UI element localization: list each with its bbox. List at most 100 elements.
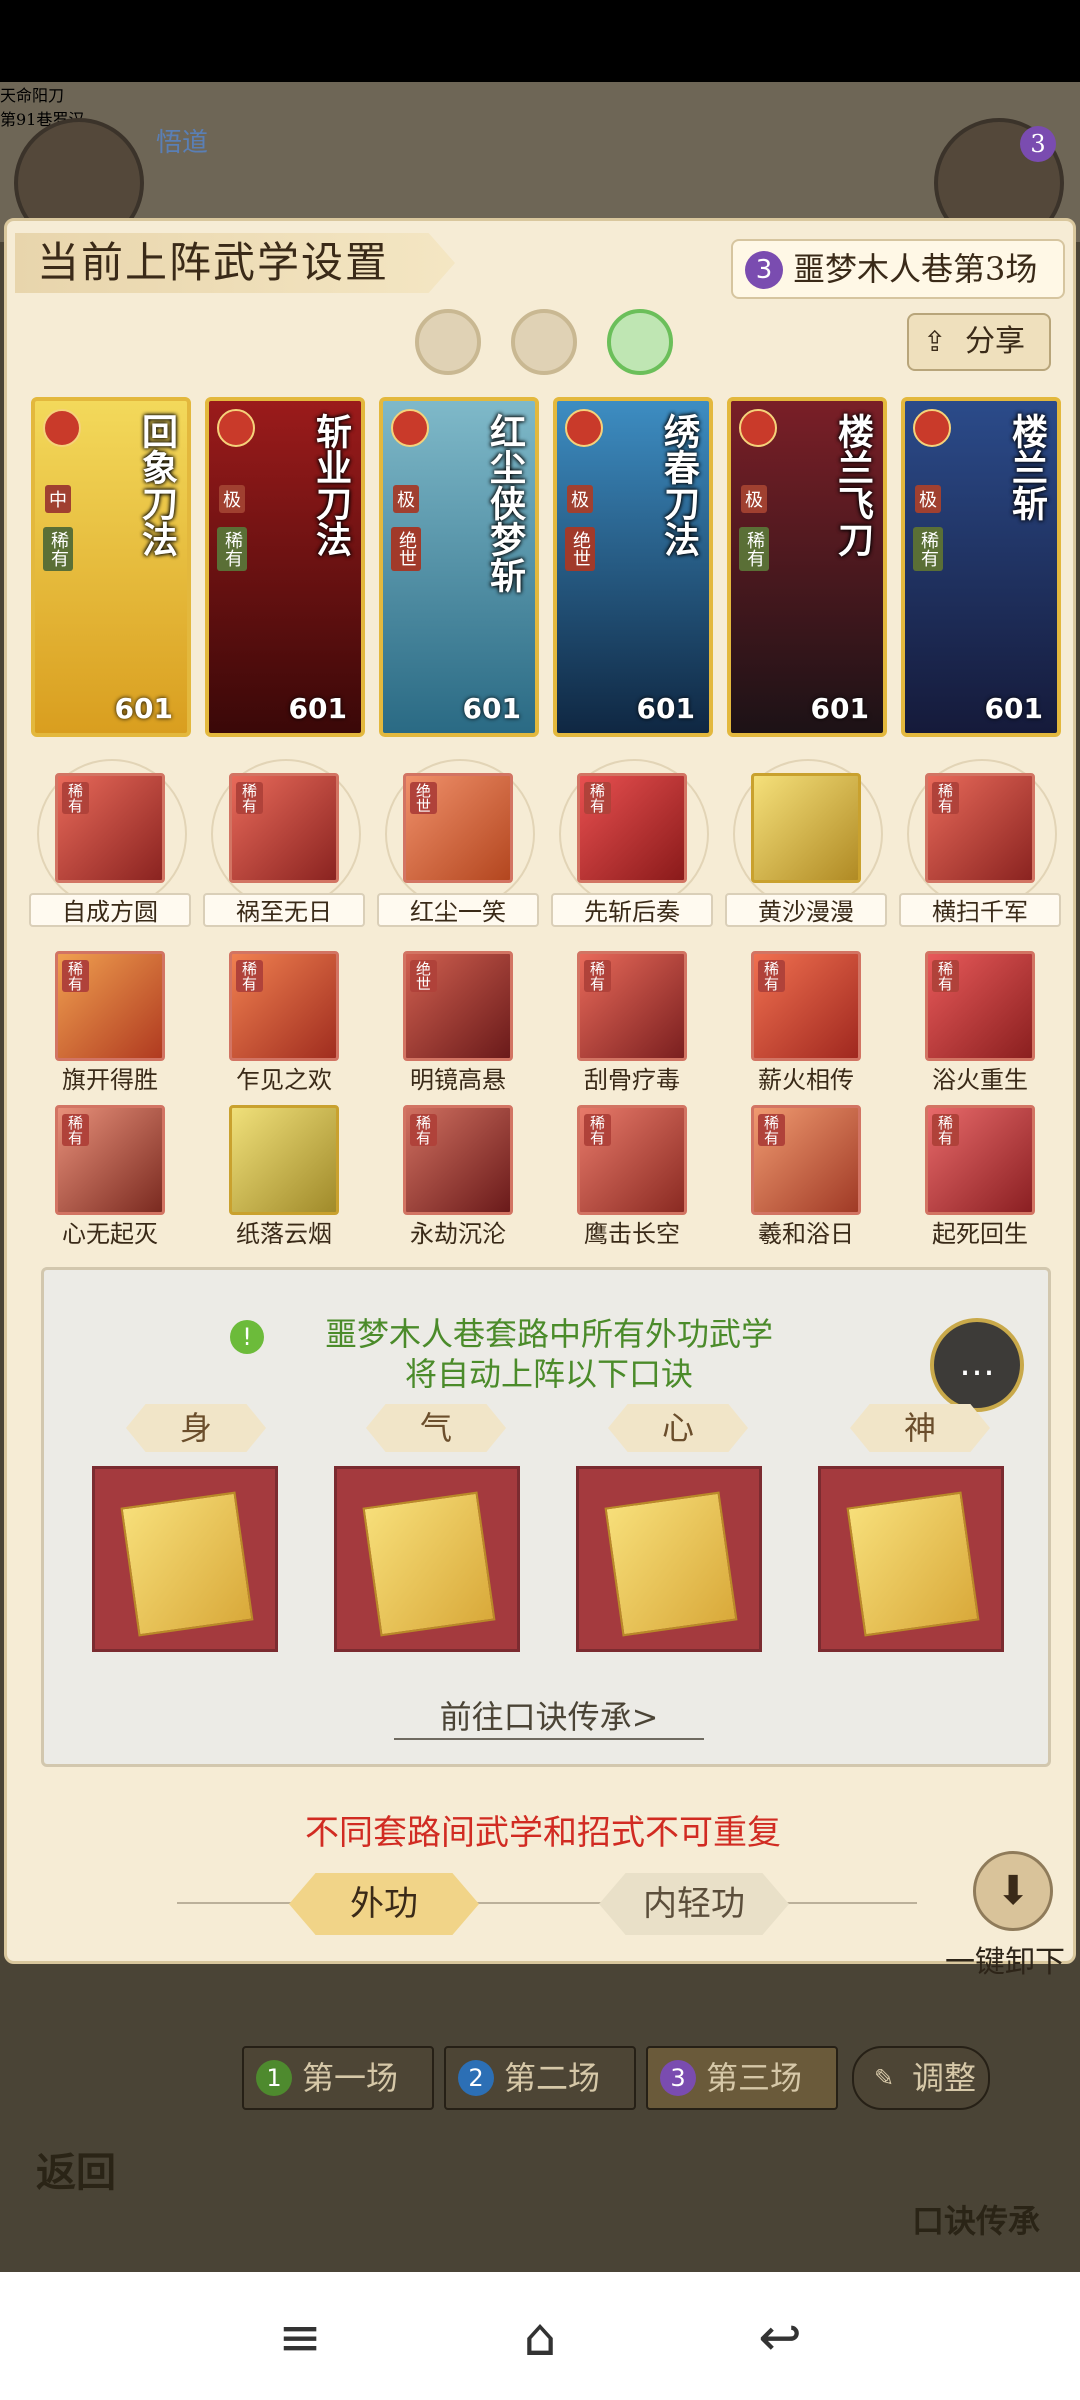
info-line-1: 噩梦木人巷套路中所有外功武学: [324, 1315, 773, 1353]
slot-tag-heart: 心: [608, 1404, 748, 1452]
secret-scroll-icon: [604, 1491, 738, 1637]
skill-icon-row2-3[interactable]: 绝世: [403, 951, 513, 1061]
slot-tag-qi: 气: [366, 1404, 506, 1452]
adjust-button[interactable]: ✎ 调整: [852, 2046, 990, 2110]
back-icon[interactable]: ↩: [740, 2298, 820, 2378]
share-button[interactable]: ⇪ 分享: [907, 313, 1051, 371]
card-rarity: 稀有: [739, 527, 769, 571]
mode-selector: [415, 309, 675, 379]
skill-label: 自成方圆: [29, 893, 191, 927]
info-message: 噩梦木人巷套路中所有外功武学 将自动上阵以下口诀: [44, 1314, 1054, 1394]
card-grade: 中: [45, 485, 71, 513]
match-2-button[interactable]: 2 第二场: [444, 2046, 636, 2110]
skill-icon-row2-5[interactable]: 稀有: [751, 951, 861, 1061]
skill-icon-row3-6[interactable]: 稀有: [925, 1105, 1035, 1215]
skill-icon-row1-5[interactable]: [751, 773, 861, 883]
mode-moon-button[interactable]: [415, 309, 481, 375]
card-rarity: 稀有: [217, 527, 247, 571]
page-title: 当前上阵武学设置: [15, 233, 455, 293]
skill-rarity-tag: 稀有: [584, 782, 611, 814]
skill-icon-row3-1[interactable]: 稀有: [55, 1105, 165, 1215]
chat-bubble-icon[interactable]: …: [930, 1318, 1024, 1412]
secret-scroll-icon: [120, 1491, 254, 1637]
martial-card-2[interactable]: 斩业刀法 极 稀有 601: [205, 397, 365, 737]
skill-rarity-tag: 绝世: [410, 782, 437, 814]
adjust-label: 调整: [912, 2059, 977, 2097]
tab-waigong[interactable]: 外功: [289, 1873, 479, 1935]
skill-label: 先斩后奏: [551, 893, 713, 927]
share-icon: ⇪: [923, 325, 947, 358]
secret-card-heart[interactable]: [576, 1466, 762, 1652]
skill-label: 刮骨疗毒: [584, 1066, 680, 1094]
skill-rarity-tag: 绝世: [410, 960, 437, 992]
inherit-button[interactable]: 口诀传承: [912, 2196, 1040, 2242]
match-label: 第一场: [302, 2059, 399, 2097]
skill-icon-row1-2[interactable]: 稀有: [229, 773, 339, 883]
unload-all-button[interactable]: ⬇: [973, 1851, 1053, 1931]
skill-icon-row3-4[interactable]: 稀有: [577, 1105, 687, 1215]
card-power: 601: [984, 692, 1043, 725]
martial-card-1[interactable]: 回象刀法 中 稀有 601: [31, 397, 191, 737]
skill-rarity-tag: 稀有: [236, 782, 263, 814]
skill-icon-row3-5[interactable]: 稀有: [751, 1105, 861, 1215]
card-grade: 极: [219, 485, 245, 513]
skill-icon-row2-1[interactable]: 稀有: [55, 951, 165, 1061]
skill-label: 乍见之欢: [236, 1066, 332, 1094]
martial-card-5[interactable]: 楼兰飞刀 极 稀有 601: [727, 397, 887, 737]
skill-rarity-tag: 稀有: [584, 960, 611, 992]
martial-card-3[interactable]: 红尘侠梦斩 极 绝世 601: [379, 397, 539, 737]
skill-icon-row1-1[interactable]: 稀有: [55, 773, 165, 883]
skill-label: 红尘一笑: [377, 893, 539, 927]
player-level-right: 3: [1020, 126, 1056, 162]
match-label: 第二场: [504, 2059, 601, 2097]
back-button[interactable]: 返回: [36, 2140, 116, 2198]
card-power: 601: [114, 692, 173, 725]
share-label: 分享: [965, 324, 1025, 359]
skill-icon-row1-4[interactable]: 稀有: [577, 773, 687, 883]
home-icon[interactable]: ⌂: [500, 2298, 580, 2378]
martial-settings-panel: 当前上阵武学设置 3 噩梦木人巷第3场 ⇪ 分享 回象刀法 中 稀有 601 斩…: [4, 218, 1076, 1980]
card-name: 楼兰飞刀: [832, 413, 874, 557]
card-rarity: 绝世: [565, 527, 595, 571]
match-1-button[interactable]: 1 第一场: [242, 2046, 434, 2110]
skill-label: 明镜高悬: [410, 1066, 506, 1094]
skill-icon-row1-6[interactable]: 稀有: [925, 773, 1035, 883]
skill-label: 薪火相传: [758, 1066, 854, 1094]
card-grade: 极: [567, 485, 593, 513]
match-label: 第三场: [706, 2059, 803, 2097]
skill-rarity-tag: 稀有: [932, 782, 959, 814]
skill-rarity-tag: 稀有: [584, 1114, 611, 1146]
mode-jade-button[interactable]: [607, 309, 673, 375]
card-rarity: 绝世: [391, 527, 421, 571]
skill-icon-row3-3[interactable]: 稀有: [403, 1105, 513, 1215]
secret-card-spirit[interactable]: [818, 1466, 1004, 1652]
skill-icon-row2-2[interactable]: 稀有: [229, 951, 339, 1061]
mode-gear-button[interactable]: [511, 309, 577, 375]
system-nav-bar: ≡ ⌂ ↩: [0, 2272, 1080, 2400]
element-emblem-icon: [43, 409, 81, 447]
secret-card-qi[interactable]: [334, 1466, 520, 1652]
match-number-badge: 2: [458, 2060, 494, 2096]
skill-label: 旗开得胜: [62, 1066, 158, 1094]
element-emblem-icon: [739, 409, 777, 447]
skill-label: 浴火重生: [932, 1066, 1028, 1094]
martial-card-6[interactable]: 楼兰斩 极 稀有 601: [901, 397, 1061, 737]
match-3-button[interactable]: 3 第三场: [646, 2046, 838, 2110]
martial-card-4[interactable]: 绣春刀法 极 绝世 601: [553, 397, 713, 737]
status-bar: [0, 0, 1080, 82]
card-power: 601: [462, 692, 521, 725]
goto-inherit-link[interactable]: 前往口诀传承>: [394, 1694, 704, 1740]
element-emblem-icon: [391, 409, 429, 447]
menu-icon[interactable]: ≡: [260, 2298, 340, 2378]
card-rarity: 稀有: [913, 527, 943, 571]
tab-neiqinggong[interactable]: 内轻功: [599, 1873, 789, 1935]
card-power: 601: [636, 692, 695, 725]
secret-card-body[interactable]: [92, 1466, 278, 1652]
skill-icon-row2-4[interactable]: 稀有: [577, 951, 687, 1061]
warning-text: 不同套路间武学和招式不可重复: [305, 1813, 781, 1853]
skill-rarity-tag: 稀有: [758, 960, 785, 992]
skill-icon-row1-3[interactable]: 绝世: [403, 773, 513, 883]
skill-icon-row3-2[interactable]: [229, 1105, 339, 1215]
match-badge-label: 噩梦木人巷第3场: [793, 250, 1038, 288]
skill-icon-row2-6[interactable]: 稀有: [925, 951, 1035, 1061]
